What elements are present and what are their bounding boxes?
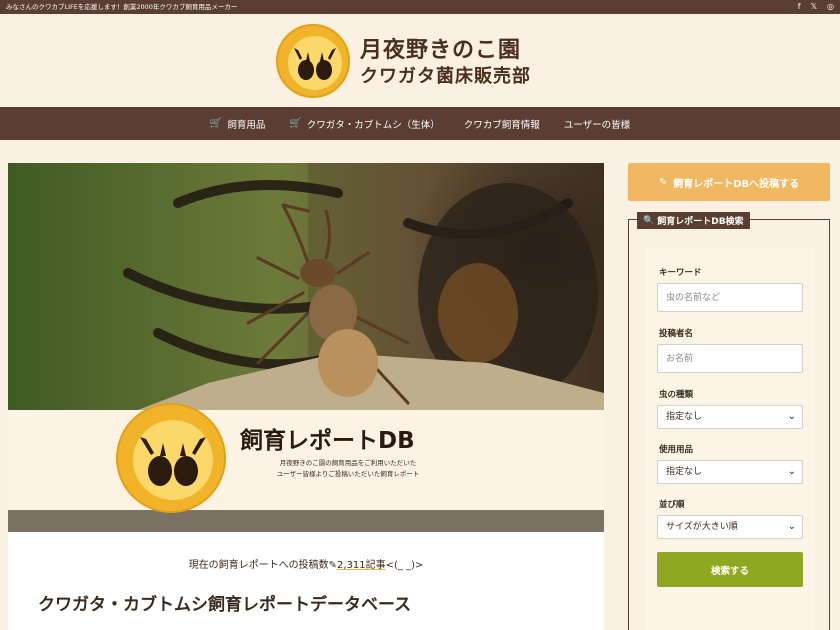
keyword-input[interactable] [657, 283, 803, 312]
poster-name-input[interactable] [657, 344, 803, 373]
top-bar: みなさんのクワカブLIFEを応援します！創業2000年クワカブ飼育用品メーカー … [0, 0, 840, 14]
nav-item-label: クワカブ飼育情報 [463, 119, 540, 131]
nav-item-breeding-info[interactable]: クワカブ飼育情報 [464, 117, 540, 131]
nav-item-label: クワガタ・カブトムシ（生体） [306, 119, 440, 131]
sort-label: 並び順 [659, 500, 685, 510]
banner-title: 飼育レポートDB [240, 428, 415, 454]
search-widget-title: 🔍 飼育レポートDB検索 [637, 212, 750, 229]
banner-description: 月夜野きのこ園の飼育用品をご利用いただいた ユーザー皆様よりご投稿いただいた飼育… [248, 458, 448, 480]
product-select-value: 指定なし [666, 467, 703, 477]
stag-beetle-photo [8, 163, 604, 410]
report-count-line: 現在の飼育レポートへの投稿数✎2,311記事<(_ _)> [8, 556, 604, 571]
report-search-widget: 🔍 飼育レポートDB検索 キーワード 投稿者名 虫の種類 指定なし ⌄ 使用用品… [628, 212, 830, 630]
product-select[interactable]: 指定なし ⌄ [657, 460, 803, 484]
facebook-icon[interactable]: f [798, 0, 801, 14]
beetle-logo-icon [280, 28, 348, 96]
nav-item-users[interactable]: ユーザーの皆様 [564, 117, 630, 131]
species-select[interactable]: 指定なし ⌄ [657, 405, 803, 429]
hero-banner: 飼育レポートDB 月夜野きのこ園の飼育用品をご利用いただいた ユーザー皆様よりご… [8, 163, 604, 532]
site-subtitle: クワガタ菌床販売部 [360, 66, 531, 87]
species-label: 虫の種類 [659, 390, 694, 400]
chevron-down-icon: ⌄ [787, 521, 796, 532]
product-label: 使用用品 [659, 445, 694, 455]
hero-bottom-strip [8, 510, 604, 532]
main-nav: 🛒 飼育用品 🛒 クワガタ・カブトムシ（生体） クワカブ飼育情報 ユーザーの皆様 [0, 107, 840, 140]
count-value: 2,311記事 [337, 560, 386, 571]
main-content: 現在の飼育レポートへの投稿数✎2,311記事<(_ _)> クワガタ・カブトムシ… [8, 532, 604, 630]
keyword-label: キーワード [659, 268, 702, 278]
nav-item-label: ユーザーの皆様 [563, 119, 631, 131]
banner-desc-line: ユーザー皆様よりご投稿いただいた飼育レポート [276, 470, 420, 478]
site-header: 月夜野きのこ園 クワガタ菌床販売部 [0, 14, 840, 107]
count-prefix: 現在の飼育レポートへの投稿数 [188, 560, 329, 571]
beetle-emblem-icon [120, 407, 224, 511]
nav-item-label: 飼育用品 [227, 119, 266, 131]
page-title: クワガタ・カブトムシ飼育レポートデータベース [38, 595, 412, 615]
top-tagline: みなさんのクワカブLIFEを応援します！創業2000年クワカブ飼育用品メーカー [6, 3, 238, 11]
sort-select[interactable]: サイズが大きい順 ⌄ [657, 515, 803, 539]
pencil-icon: ✎ [658, 176, 668, 188]
count-suffix: <(_ _)> [385, 560, 424, 571]
banner-desc-line: 月夜野きのこ園の飼育用品をご利用いただいた [279, 459, 417, 467]
poster-label: 投稿者名 [659, 329, 694, 339]
site-title[interactable]: 月夜野きのこ園 [360, 32, 521, 64]
chevron-down-icon: ⌄ [787, 466, 796, 477]
nav-item-live-beetles[interactable]: 🛒 クワガタ・カブトムシ（生体） [289, 117, 439, 131]
chevron-down-icon: ⌄ [787, 411, 796, 422]
search-icon: 🔍 [643, 215, 655, 226]
pencil-icon: ✎ [328, 560, 337, 571]
post-report-button[interactable]: ✎ 飼育レポートDBへ投稿する [628, 163, 830, 201]
search-title-label: 飼育レポートDB検索 [657, 217, 744, 227]
search-submit-button[interactable]: 検索する [657, 552, 803, 587]
instagram-icon[interactable]: ◎ [827, 0, 834, 14]
post-report-label: 飼育レポートDBへ投稿する [673, 178, 800, 190]
social-links: f 𝕏 ◎ [798, 0, 834, 14]
search-form: キーワード 投稿者名 虫の種類 指定なし ⌄ 使用用品 指定なし ⌄ 並び順 サ… [645, 247, 815, 630]
sort-select-value: サイズが大きい順 [666, 522, 738, 532]
banner-logo [116, 403, 226, 513]
cart-icon: 🛒 [289, 118, 302, 129]
site-logo[interactable] [276, 24, 350, 98]
species-select-value: 指定なし [666, 412, 703, 422]
nav-item-supplies[interactable]: 🛒 飼育用品 [210, 117, 265, 131]
x-twitter-icon[interactable]: 𝕏 [811, 0, 817, 14]
cart-icon: 🛒 [209, 118, 223, 129]
